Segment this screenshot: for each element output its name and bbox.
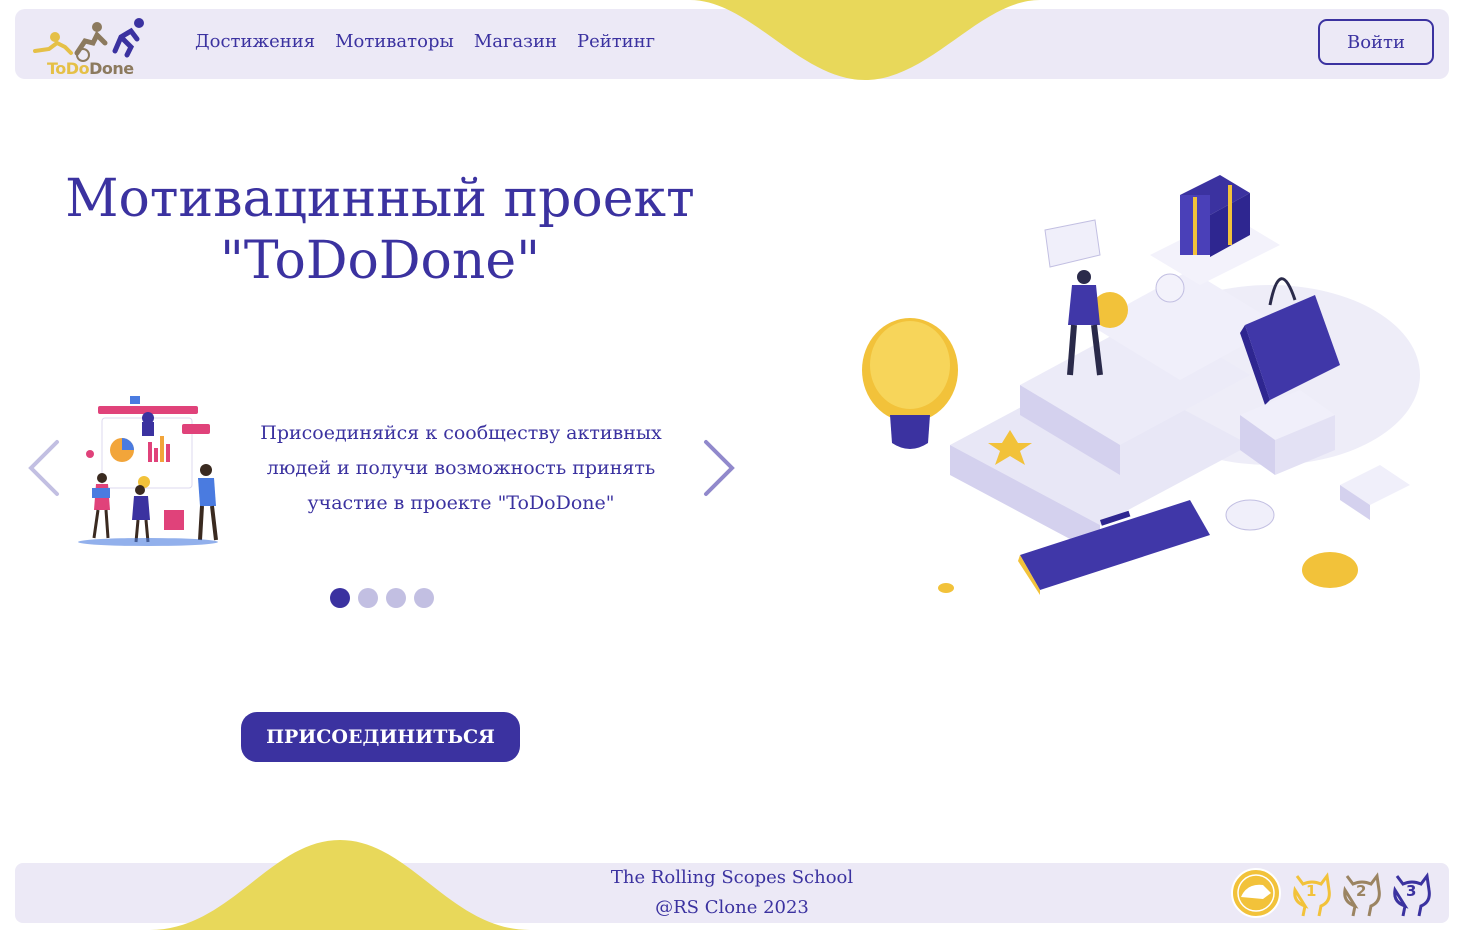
page-title: Мотивацинный проект "ToDoDone": [40, 168, 720, 292]
main-nav: Достижения Мотиваторы Магазин Рейтинг: [195, 31, 655, 52]
slide-description: Присоединяйся к сообществу активных люде…: [260, 422, 662, 514]
nav-rating[interactable]: Рейтинг: [577, 31, 655, 52]
join-button[interactable]: ПРИСОЕДИНИТЬСЯ: [241, 712, 520, 762]
rs-school-logo-icon[interactable]: [1227, 867, 1285, 919]
logo[interactable]: ToDoDone: [27, 13, 153, 78]
header-yellow-wave-overlay: [726, 9, 1004, 79]
slider-prev-arrow-icon[interactable]: [25, 438, 61, 498]
logo-text-done: Done: [89, 59, 134, 78]
nav-achievements[interactable]: Достижения: [195, 31, 315, 52]
slider-dot-2[interactable]: [358, 588, 378, 608]
login-button[interactable]: Войти: [1318, 19, 1434, 65]
footer-badges: 1 2 3: [1227, 867, 1435, 919]
logo-text: ToDoDone: [47, 59, 134, 78]
slider-dots: [330, 588, 434, 608]
slider-dot-1[interactable]: [330, 588, 350, 608]
slider-next-arrow-icon[interactable]: [700, 438, 736, 498]
page-title-line2: "ToDoDone": [219, 231, 541, 291]
feature-slider: Присоединяйся к сообществу активных люде…: [0, 380, 760, 620]
page-title-line1: Мотивацинный проект: [65, 169, 695, 229]
page-footer: The Rolling Scopes School @RS Clone 2023…: [15, 863, 1449, 923]
slider-dot-4[interactable]: [414, 588, 434, 608]
nav-shop[interactable]: Магазин: [474, 31, 557, 52]
top-header: ToDoDone Достижения Мотиваторы Магазин Р…: [15, 9, 1449, 79]
rewards-stairs-illustration: [862, 175, 1420, 595]
github-link-1-label: 1: [1306, 882, 1317, 900]
github-link-3-label: 3: [1406, 882, 1417, 900]
github-link-2[interactable]: 2: [1339, 868, 1385, 918]
nav-motivators[interactable]: Мотиваторы: [335, 31, 454, 52]
slider-dot-3[interactable]: [386, 588, 406, 608]
team-dashboard-illustration: [78, 396, 218, 546]
logo-text-todo: ToDo: [47, 59, 90, 78]
github-link-3[interactable]: 3: [1389, 868, 1435, 918]
runners-logo-icon: [33, 18, 144, 62]
github-link-2-label: 2: [1356, 882, 1367, 900]
github-link-1[interactable]: 1: [1289, 868, 1335, 918]
